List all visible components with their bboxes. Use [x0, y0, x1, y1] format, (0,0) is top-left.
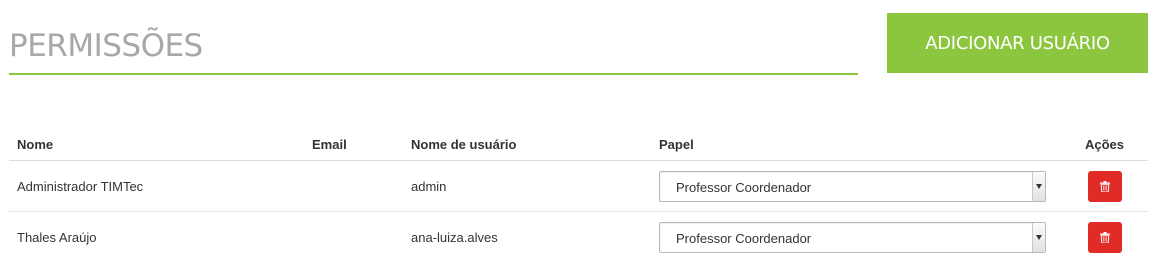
- permissions-page: PERMISSÕES ADICIONAR USUÁRIO Nome Email …: [0, 0, 1160, 276]
- user-actions-cell: [1061, 160, 1148, 212]
- user-username-cell: ana-luiza.alves: [411, 229, 498, 245]
- add-user-button[interactable]: ADICIONAR USUÁRIO: [887, 13, 1148, 73]
- user-role-cell: Professor Coordenador: [651, 160, 1061, 212]
- user-name-cell: Thales Araújo: [17, 229, 97, 245]
- user-actions-cell: [1061, 212, 1148, 263]
- table-header-row: Nome Email Nome de usuário Papel Ações: [9, 128, 1148, 161]
- user-role-cell: Professor Coordenador: [651, 212, 1061, 263]
- column-header-username: Nome de usuário: [403, 128, 651, 161]
- delete-user-button[interactable]: [1087, 221, 1122, 253]
- trash-icon: [1099, 231, 1110, 243]
- role-select-value: Professor Coordenador: [676, 230, 812, 246]
- role-select[interactable]: Professor Coordenador: [659, 221, 1046, 253]
- column-header-role: Papel: [651, 128, 1061, 161]
- column-header-name: Nome: [9, 128, 304, 161]
- user-username-cell: admin: [403, 160, 651, 212]
- column-header-email: Email: [304, 128, 403, 161]
- delete-user-button[interactable]: [1087, 170, 1122, 202]
- user-email-cell: [304, 160, 403, 212]
- table-row: Thales Araújo ana-luiza.alves Professor …: [9, 212, 1148, 263]
- user-email-cell: [304, 212, 403, 263]
- trash-icon: [1099, 180, 1110, 192]
- dropdown-arrow-icon[interactable]: [1032, 222, 1045, 252]
- users-table: Nome Email Nome de usuário Papel Ações A…: [9, 128, 1148, 262]
- column-header-actions: Ações: [1061, 128, 1148, 161]
- table-row: Administrador TIMTec admin Professor Coo…: [9, 160, 1148, 212]
- title-underline: [9, 73, 858, 75]
- role-select-value: Professor Coordenador: [676, 179, 812, 195]
- role-select[interactable]: Professor Coordenador: [659, 170, 1046, 202]
- page-title: PERMISSÕES: [9, 28, 203, 64]
- dropdown-arrow-icon[interactable]: [1032, 171, 1045, 201]
- user-name-cell: Administrador TIMTec: [9, 160, 304, 212]
